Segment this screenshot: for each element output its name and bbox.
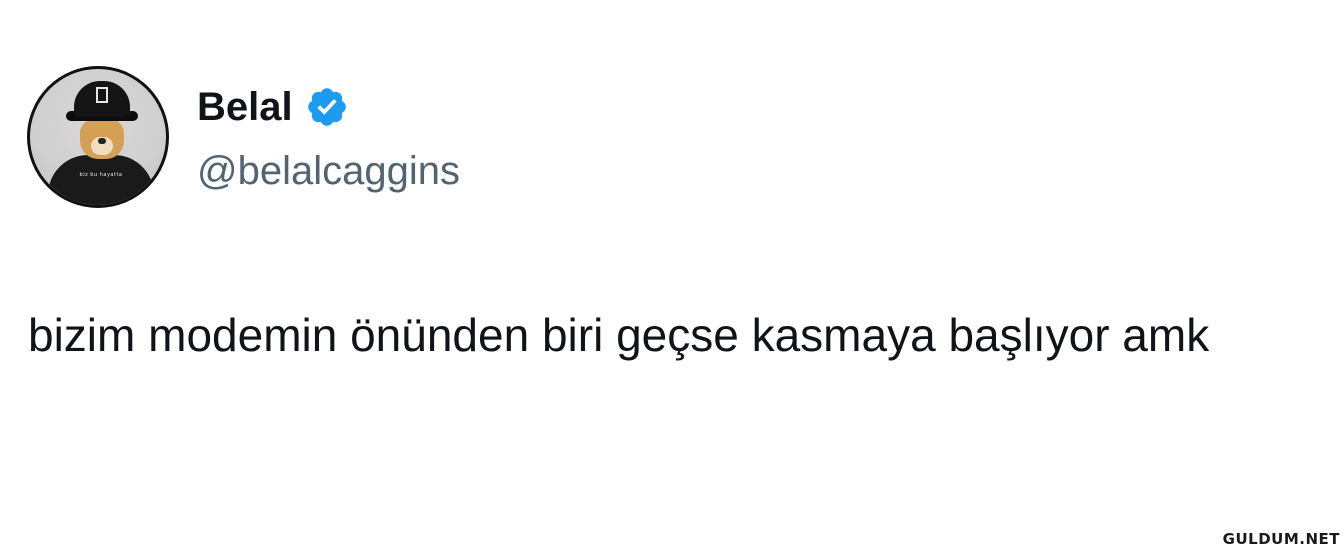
author-handle[interactable]: @belalcaggins xyxy=(197,148,460,194)
avatar-dog-nose xyxy=(98,138,106,144)
avatar-cap-logo xyxy=(96,87,108,103)
tweet-card: biz bu hayatta Belal @belalcaggins bizim… xyxy=(0,0,1344,554)
watermark: GULDUM.NET xyxy=(1222,530,1340,548)
avatar[interactable]: biz bu hayatta xyxy=(27,66,169,208)
avatar-shirt-text: biz bu hayatta xyxy=(79,172,123,178)
author-name-row: Belal xyxy=(197,83,349,131)
avatar-shirt xyxy=(48,155,154,205)
tweet-text: bizim modemin önünden biri geçse kasmaya… xyxy=(28,309,1210,361)
author-display-name[interactable]: Belal xyxy=(197,83,293,131)
verified-badge-icon xyxy=(305,85,349,129)
